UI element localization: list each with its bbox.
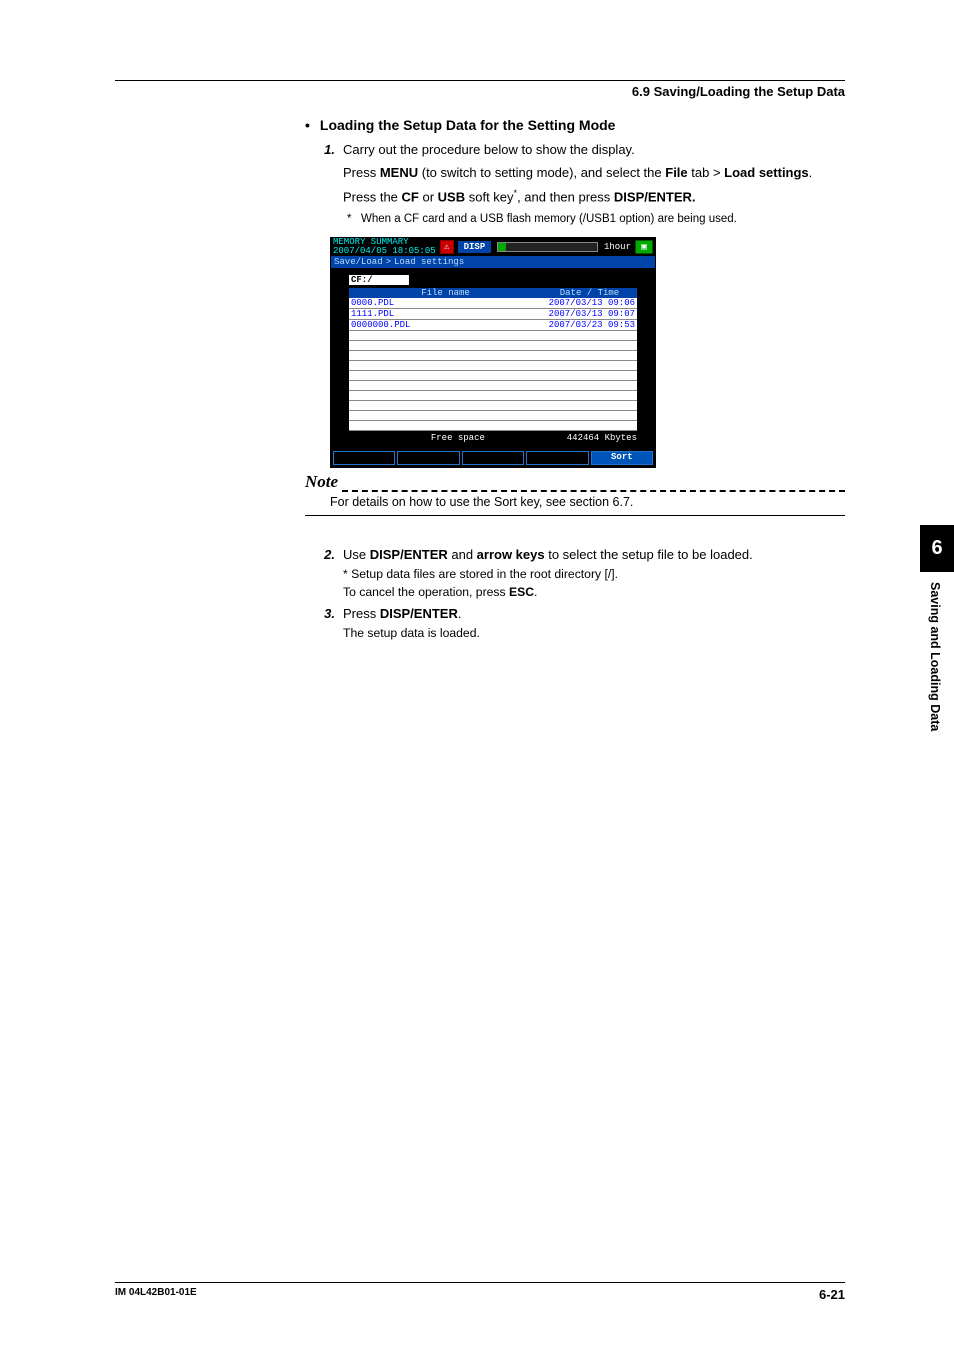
table-row [349,401,637,411]
table-row [349,341,637,351]
bullet-icon: • [305,117,310,133]
header-rule [115,80,845,81]
step-text: Carry out the procedure below to show th… [343,141,845,160]
disp-button[interactable]: DISP [458,241,492,253]
step-number: 2. [315,546,335,601]
softkey[interactable] [333,451,395,465]
path-field[interactable]: CF:/ [349,275,409,285]
table-row [349,361,637,371]
page-footer: IM 04L42B01-01E 6-21 [115,1282,845,1302]
step-text: Press MENU (to switch to setting mode), … [343,164,845,183]
file-table: File name Date / Time 0000.PDL2007/03/13… [349,288,637,431]
table-row[interactable]: 0000.PDL2007/03/13 09:06 [349,298,637,309]
step-3: 3. Press DISP/ENTER. The setup data is l… [315,605,845,642]
note-rule [342,483,845,492]
step-number: 3. [315,605,335,642]
page-content: 6.9 Saving/Loading the Setup Data • Load… [115,80,845,647]
free-space: Free space 442464 Kbytes [349,433,637,443]
device-titlebar: MEMORY SUMMARY 2007/04/05 18:05:05 ⚠ DIS… [331,238,655,256]
table-row [349,331,637,341]
scale-label: 1hour [604,242,631,252]
section-heading: • Loading the Setup Data for the Setting… [305,117,845,133]
media-icon: ▣ [635,240,653,254]
embedded-device-screenshot: MEMORY SUMMARY 2007/04/05 18:05:05 ⚠ DIS… [330,237,845,468]
chapter-tab: 6 Saving and Loading Data [920,525,954,731]
note-end-rule [305,515,845,516]
table-row [349,371,637,381]
footnote: * When a CF card and a USB flash memory … [347,211,845,227]
step-text: Press the CF or USB soft key*, and then … [343,187,845,207]
step-text: Press DISP/ENTER. The setup data is load… [343,605,845,642]
note-label: Note [305,472,338,492]
note-header: Note [305,472,845,492]
alarm-icon: ⚠ [440,240,454,254]
table-row [349,421,637,431]
running-header: 6.9 Saving/Loading the Setup Data [115,84,845,99]
progress-bar [497,242,598,252]
step-text: Use DISP/ENTER and arrow keys to select … [343,546,845,601]
table-row [349,381,637,391]
softkey-row: Sort [331,451,655,467]
table-row [349,411,637,421]
table-row [349,351,637,361]
chapter-title: Saving and Loading Data [920,572,950,731]
col-filename: File name [349,288,542,298]
step-number: 1. [315,141,335,160]
breadcrumb: Save/Load > Load settings [331,256,655,268]
device-timestamp: 2007/04/05 18:05:05 [333,247,436,256]
note-body: For details on how to use the Sort key, … [330,492,845,515]
page-number: 6-21 [819,1287,845,1302]
col-datetime: Date / Time [542,288,637,298]
table-row[interactable]: 1111.PDL2007/03/13 09:07 [349,309,637,320]
step-1: 1. Carry out the procedure below to show… [315,141,845,207]
step-2: 2. Use DISP/ENTER and arrow keys to sele… [315,546,845,601]
table-row[interactable]: 0000000.PDL2007/03/23 09:53 [349,320,637,331]
manual-code: IM 04L42B01-01E [115,1287,197,1302]
softkey[interactable] [462,451,524,465]
table-row [349,391,637,401]
heading-text: Loading the Setup Data for the Setting M… [320,117,616,133]
softkey[interactable] [526,451,588,465]
softkey[interactable] [397,451,459,465]
sort-softkey[interactable]: Sort [591,451,653,465]
chapter-number: 6 [920,525,954,572]
